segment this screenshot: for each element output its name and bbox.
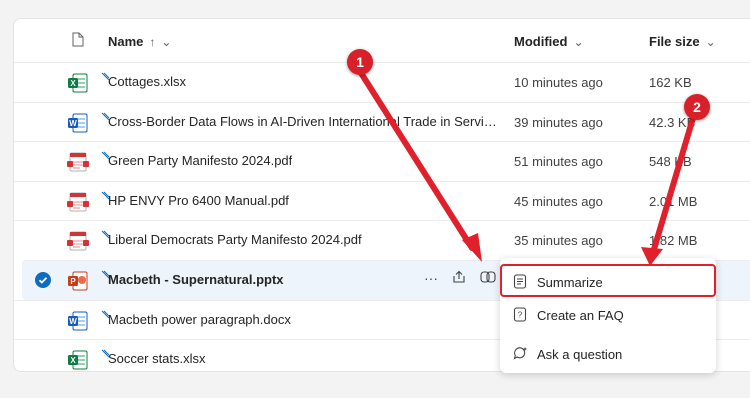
filesize-column-header[interactable]: File size ⌄ <box>649 34 716 49</box>
svg-text:X: X <box>70 356 76 365</box>
menu-item-label: Summarize <box>537 274 603 290</box>
menu-item-label: Ask a question <box>537 346 623 362</box>
chevron-down-icon[interactable]: ⌄ <box>161 35 171 49</box>
table-row[interactable]: Green Party Manifesto 2024.pdf 51 minute… <box>14 141 750 181</box>
file-type-header-icon[interactable] <box>72 32 84 52</box>
menu-item-create-faq[interactable]: ? Create an FAQ <box>500 297 716 333</box>
file-modified: 45 minutes ago <box>514 193 603 209</box>
file-modified: 51 minutes ago <box>514 154 603 170</box>
name-column-label: Name <box>108 34 144 49</box>
file-size: 162 KB <box>649 75 692 90</box>
modified-column-header[interactable]: Modified ⌄ <box>514 34 584 49</box>
file-name[interactable]: Cottages.xlsx <box>108 74 186 89</box>
file-size: 1.82 MB <box>649 233 698 249</box>
modified-column-label: Modified <box>514 34 568 49</box>
copilot-icon[interactable] <box>480 270 496 287</box>
pdf-file-icon <box>67 151 89 173</box>
table-row[interactable]: X Cottages.xlsx 10 minutes ago 162 KB <box>14 62 750 102</box>
file-name[interactable]: HP ENVY Pro 6400 Manual.pdf <box>108 193 289 208</box>
powerpoint-file-icon: P <box>67 270 89 292</box>
excel-file-icon: X <box>67 349 89 371</box>
file-name[interactable]: Macbeth power paragraph.docx <box>108 312 291 327</box>
svg-text:W: W <box>69 317 77 326</box>
menu-item-label: Create an FAQ <box>537 307 624 323</box>
pdf-file-icon <box>67 191 89 213</box>
summarize-icon <box>513 274 527 294</box>
share-icon[interactable] <box>452 270 466 287</box>
file-name[interactable]: Green Party Manifesto 2024.pdf <box>108 153 292 168</box>
menu-item-summarize[interactable]: Summarize <box>500 264 716 300</box>
excel-file-icon: X <box>67 72 89 94</box>
selected-checkmark-icon[interactable] <box>35 271 51 288</box>
annotation-badge-1: 1 <box>347 49 373 75</box>
svg-text:?: ? <box>518 311 523 320</box>
file-modified: 35 minutes ago <box>514 233 603 249</box>
filesize-column-label: File size <box>649 34 700 49</box>
file-name[interactable]: Liberal Democrats Party Manifesto 2024.p… <box>108 232 362 247</box>
word-file-icon: W <box>67 310 89 332</box>
column-header-row: Name ↑ ⌄ Modified ⌄ File size ⌄ <box>14 19 750 61</box>
annotation-badge-2: 2 <box>684 94 710 120</box>
faq-icon: ? <box>513 307 527 327</box>
row-actions: ··· <box>424 270 496 287</box>
file-name[interactable]: Cross-Border Data Flows in AI-Driven Int… <box>108 114 498 129</box>
word-file-icon: W <box>67 112 89 134</box>
sort-ascending-icon: ↑ <box>149 34 156 49</box>
svg-text:W: W <box>69 119 77 128</box>
chevron-down-icon[interactable]: ⌄ <box>573 35 583 49</box>
copilot-menu: Summarize ? Create an FAQ Ask a question <box>500 258 716 373</box>
pdf-file-icon <box>67 230 89 252</box>
file-modified: 10 minutes ago <box>514 75 603 90</box>
file-name[interactable]: Soccer stats.xlsx <box>108 351 206 366</box>
file-size: 548 KB <box>649 154 692 170</box>
svg-text:X: X <box>70 79 76 88</box>
file-modified: 39 minutes ago <box>514 114 603 130</box>
menu-item-ask-question[interactable]: Ask a question <box>500 336 716 372</box>
file-name[interactable]: Macbeth - Supernatural.pptx <box>108 272 284 287</box>
more-options-icon[interactable]: ··· <box>424 270 438 286</box>
svg-text:P: P <box>70 277 76 286</box>
table-row[interactable]: HP ENVY Pro 6400 Manual.pdf 45 minutes a… <box>14 180 750 221</box>
table-row[interactable]: W Cross-Border Data Flows in AI-Driven I… <box>14 101 750 142</box>
ask-question-icon <box>513 346 529 366</box>
table-row[interactable]: Liberal Democrats Party Manifesto 2024.p… <box>14 220 750 260</box>
chevron-down-icon[interactable]: ⌄ <box>706 35 716 49</box>
name-column-header[interactable]: Name ↑ ⌄ <box>108 34 171 49</box>
file-size: 2.01 MB <box>649 193 698 209</box>
